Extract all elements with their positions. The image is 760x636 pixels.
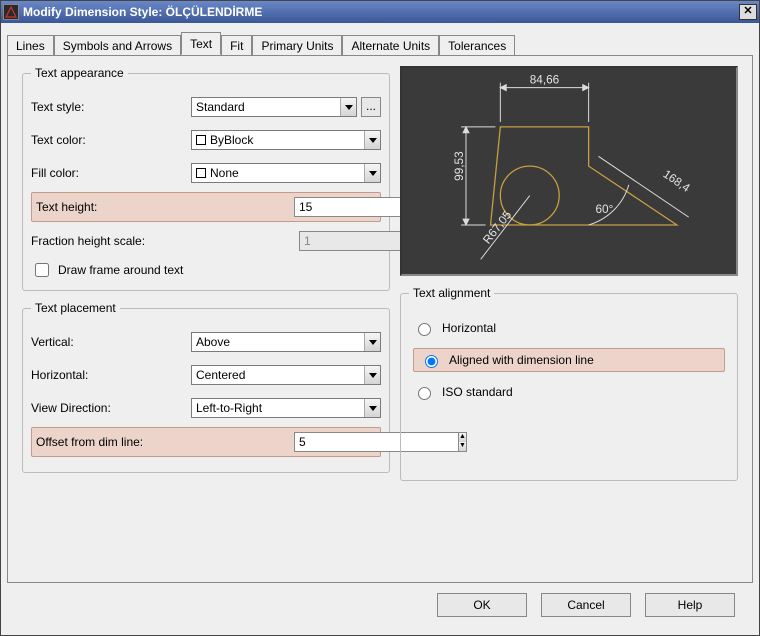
close-button[interactable]: ✕ <box>739 4 757 20</box>
chevron-down-icon <box>364 164 380 182</box>
tab-fit[interactable]: Fit <box>221 35 252 56</box>
chevron-down-icon <box>364 131 380 149</box>
legend-appearance: Text appearance <box>31 66 128 80</box>
fill-color-select[interactable]: None <box>191 163 381 183</box>
preview-dim-top: 84,66 <box>530 74 560 87</box>
alignment-aligned-radio[interactable] <box>425 355 438 368</box>
tab-primary[interactable]: Primary Units <box>252 35 342 56</box>
preview-dim-angle: 60° <box>595 203 613 216</box>
cancel-button[interactable]: Cancel <box>541 593 631 617</box>
ok-button[interactable]: OK <box>437 593 527 617</box>
group-text-alignment: Text alignment Horizontal Aligned with d… <box>400 286 738 481</box>
color-swatch-icon <box>196 168 206 178</box>
preview-dim-radius: R67,05 <box>481 208 515 246</box>
legend-alignment: Text alignment <box>409 286 494 300</box>
chevron-down-icon <box>364 333 380 351</box>
horizontal-label: Horizontal: <box>31 368 191 382</box>
chevron-down-icon <box>364 399 380 417</box>
color-swatch-icon <box>196 135 206 145</box>
alignment-horizontal-radio[interactable] <box>418 323 431 336</box>
tab-symbols[interactable]: Symbols and Arrows <box>54 35 181 56</box>
text-style-select[interactable]: Standard <box>191 97 357 117</box>
text-color-label: Text color: <box>31 133 191 147</box>
view-direction-select[interactable]: Left-to-Right <box>191 398 381 418</box>
vertical-label: Vertical: <box>31 335 191 349</box>
preview-pane: 84,66 99,53 168,4 60° R67,05 <box>400 66 738 276</box>
alignment-iso-radio[interactable] <box>418 387 431 400</box>
alignment-horizontal-option[interactable]: Horizontal <box>413 320 725 336</box>
view-direction-label: View Direction: <box>31 401 191 415</box>
offset-spinner[interactable]: ▲▼ <box>294 432 376 452</box>
chevron-down-icon <box>364 366 380 384</box>
preview-dim-diag: 168,4 <box>661 168 693 195</box>
tab-alternate[interactable]: Alternate Units <box>342 35 439 56</box>
alignment-aligned-option[interactable]: Aligned with dimension line <box>413 348 725 372</box>
horizontal-select[interactable]: Centered <box>191 365 381 385</box>
tab-bar: Lines Symbols and Arrows Text Fit Primar… <box>7 31 753 55</box>
chevron-down-icon <box>340 98 356 116</box>
text-style-browse-button[interactable]: ... <box>361 97 381 117</box>
tab-text[interactable]: Text <box>181 32 221 55</box>
fill-color-label: Fill color: <box>31 166 191 180</box>
tab-lines[interactable]: Lines <box>7 35 54 56</box>
fraction-scale-label: Fraction height scale: <box>31 234 231 248</box>
group-text-appearance: Text appearance Text style: Standard ...… <box>22 66 390 291</box>
titlebar: Modify Dimension Style: ÖLÇÜLENDİRME ✕ <box>1 1 759 23</box>
draw-frame-checkbox[interactable]: Draw frame around text <box>31 260 381 280</box>
preview-dim-left: 99,53 <box>453 151 466 181</box>
fraction-scale-spinner: ▲▼ <box>299 231 381 251</box>
text-height-spinner[interactable]: ▲▼ <box>294 197 376 217</box>
window-title: Modify Dimension Style: ÖLÇÜLENDİRME <box>23 5 739 19</box>
text-color-select[interactable]: ByBlock <box>191 130 381 150</box>
alignment-iso-option[interactable]: ISO standard <box>413 384 725 400</box>
text-height-label: Text height: <box>36 200 196 214</box>
legend-placement: Text placement <box>31 301 120 315</box>
draw-frame-label: Draw frame around text <box>58 263 183 277</box>
help-button[interactable]: Help <box>645 593 735 617</box>
text-style-label: Text style: <box>31 100 191 114</box>
offset-label: Offset from dim line: <box>36 435 236 449</box>
vertical-select[interactable]: Above <box>191 332 381 352</box>
draw-frame-input[interactable] <box>35 263 49 277</box>
group-text-placement: Text placement Vertical: Above Horizonta… <box>22 301 390 473</box>
tab-tolerances[interactable]: Tolerances <box>439 35 515 56</box>
app-icon <box>3 4 19 20</box>
